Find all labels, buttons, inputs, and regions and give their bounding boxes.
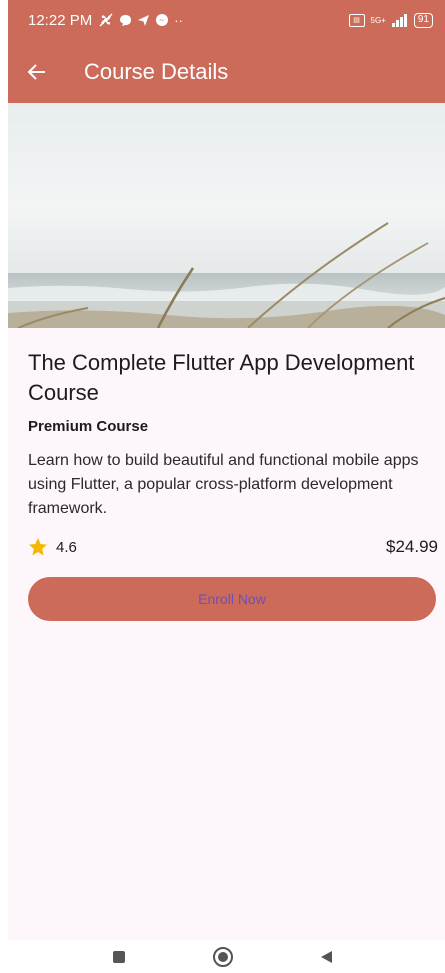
more-notifications-indicator: ·· [174, 12, 183, 28]
network-label: 5G+ [370, 15, 386, 25]
app-screen: 12:22 PM ·· ▤ 5G+ 91 Course Details The … [8, 0, 445, 940]
signal-bars-icon [391, 13, 407, 27]
page-title: Course Details [84, 58, 229, 84]
notification-icons: ·· [98, 12, 183, 28]
system-navigation-bar [0, 940, 445, 973]
star-icon [29, 538, 47, 556]
enroll-now-button[interactable]: Enroll Now [28, 577, 436, 621]
course-tier-label: Premium Course [28, 418, 149, 435]
back-button[interactable] [8, 40, 66, 103]
course-hero-image [8, 103, 445, 328]
messenger-icon [156, 14, 169, 26]
status-bar: 12:22 PM ·· ▤ 5G+ 91 [8, 0, 445, 40]
course-description: Learn how to build beautiful and functio… [28, 452, 419, 517]
hd-icon: ▤ [348, 13, 365, 27]
status-left: 12:22 PM ·· [28, 12, 183, 29]
send-icon [138, 14, 150, 26]
battery-icon: 91 [413, 12, 433, 28]
rating-value: 4.6 [56, 538, 77, 556]
beach-grass-illustration [8, 103, 445, 328]
phone-frame: 12:22 PM ·· ▤ 5G+ 91 Course Details The … [0, 0, 445, 973]
course-details: The Complete Flutter App Development Cou… [28, 328, 438, 621]
course-title: The Complete Flutter App Development Cou… [28, 350, 415, 405]
rating-price-row: 4.6 $24.99 [28, 537, 438, 557]
arrow-left-icon [27, 63, 45, 80]
fan-off-icon [99, 13, 113, 27]
status-time: 12:22 PM [28, 11, 93, 29]
course-price: $24.99 [386, 537, 438, 556]
square-icon [112, 950, 125, 963]
triangle-back-icon [320, 950, 332, 963]
app-bar: Course Details [8, 40, 445, 103]
home-button[interactable] [211, 945, 235, 969]
course-rating: 4.6 [28, 537, 77, 557]
battery-level: 91 [417, 14, 429, 25]
system-back-button[interactable] [315, 945, 339, 969]
circle-icon [212, 946, 233, 967]
chat-bubble-icon [120, 14, 132, 26]
status-right: ▤ 5G+ 91 [348, 12, 433, 28]
recents-button[interactable] [107, 945, 131, 969]
